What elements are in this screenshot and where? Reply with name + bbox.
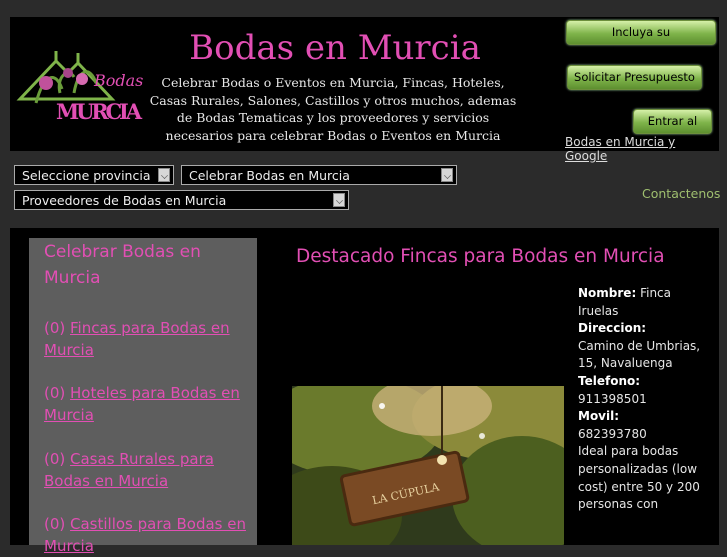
sidebar-item-hoteles[interactable]: (0) Hoteles para Bodas en Murcia — [44, 382, 254, 426]
sidebar-title: Celebrar Bodas en Murcia — [44, 242, 201, 288]
sidebar-item-casas-rurales[interactable]: (0) Casas Rurales para Bodas en Murcia — [44, 448, 254, 492]
chevron-down-icon[interactable] — [441, 168, 453, 182]
venue-address: Camino de Umbrias, 15, Navaluenga — [578, 338, 701, 371]
sidebar-item-label[interactable]: Fincas para Bodas en Murcia — [44, 319, 230, 359]
logo-text-bodas: Bodas — [93, 71, 143, 90]
item-count: (0) — [44, 515, 71, 533]
flower-icon — [63, 68, 73, 78]
movil-label: Movil: — [578, 409, 620, 424]
sidebar-item-label[interactable]: Hoteles para Bodas en Murcia — [44, 384, 240, 424]
item-count: (0) — [44, 450, 71, 468]
proveedores-select[interactable]: Proveedores de Bodas en Murcia — [14, 190, 349, 210]
sidebar-item-label[interactable]: Casas Rurales para Bodas en Murcia — [44, 450, 214, 490]
entrar-foro-button[interactable]: Entrar al Foro — [633, 109, 712, 151]
provincia-select[interactable]: Seleccione provincia — [14, 165, 174, 185]
logo-text-murcia: MURCIA — [56, 99, 143, 124]
venue-description: Ideal para bodas personalizadas (low cos… — [578, 444, 700, 512]
item-count: (0) — [44, 319, 71, 337]
sidebar-item-castillos[interactable]: (0) Castillos para Bodas en Murcia — [44, 513, 254, 557]
site-description: Celebrar Bodas o Eventos en Murcia, Finc… — [149, 75, 517, 143]
featured-title: Destacado Fincas para Bodas en Murcia — [296, 246, 665, 267]
venue-info: Nombre: Finca Iruelas Direccion: Camino … — [578, 285, 708, 514]
flower-icon — [76, 73, 88, 85]
proveedores-select-value: Proveedores de Bodas en Murcia — [22, 193, 227, 208]
chevron-down-icon[interactable] — [158, 168, 170, 182]
sidebar-item-label[interactable]: Castillos para Bodas en Murcia — [44, 515, 246, 555]
header-banner: Bodas MURCIA Bodas en Murcia Celebrar Bo… — [10, 17, 719, 163]
direccion-label: Direccion: — [578, 321, 647, 336]
incluya-establecimiento-button[interactable]: Incluya su establecimiento — [566, 20, 716, 62]
bodas-google-link[interactable]: Bodas en Murcia y Google — [565, 135, 719, 163]
provincia-select-value: Seleccione provincia — [22, 168, 151, 183]
chimney-icon — [54, 51, 80, 63]
page-title: Bodas en Murcia — [189, 28, 481, 68]
flower-icon — [39, 76, 53, 90]
telefono-label: Telefono: — [578, 373, 641, 388]
item-count: (0) — [44, 384, 71, 402]
solicitar-presupuesto-button[interactable]: Solicitar Presupuesto — [567, 65, 702, 90]
nombre-label: Nombre: — [578, 286, 637, 300]
celebrar-select[interactable]: Celebrar Bodas en Murcia — [181, 165, 457, 185]
chevron-down-icon[interactable] — [333, 193, 345, 207]
venue-mobile: 682393780 — [578, 426, 647, 441]
contactenos-link[interactable]: Contactenos — [642, 186, 720, 201]
sidebar-item-fincas[interactable]: (0) Fincas para Bodas en Murcia — [44, 317, 254, 361]
celebrar-select-value: Celebrar Bodas en Murcia — [189, 168, 350, 183]
featured-venue-photo[interactable]: LA CÚPULA — [292, 386, 564, 545]
bodas-murcia-logo[interactable]: Bodas MURCIA — [16, 43, 148, 139]
venue-phone: 911398501 — [578, 391, 647, 406]
